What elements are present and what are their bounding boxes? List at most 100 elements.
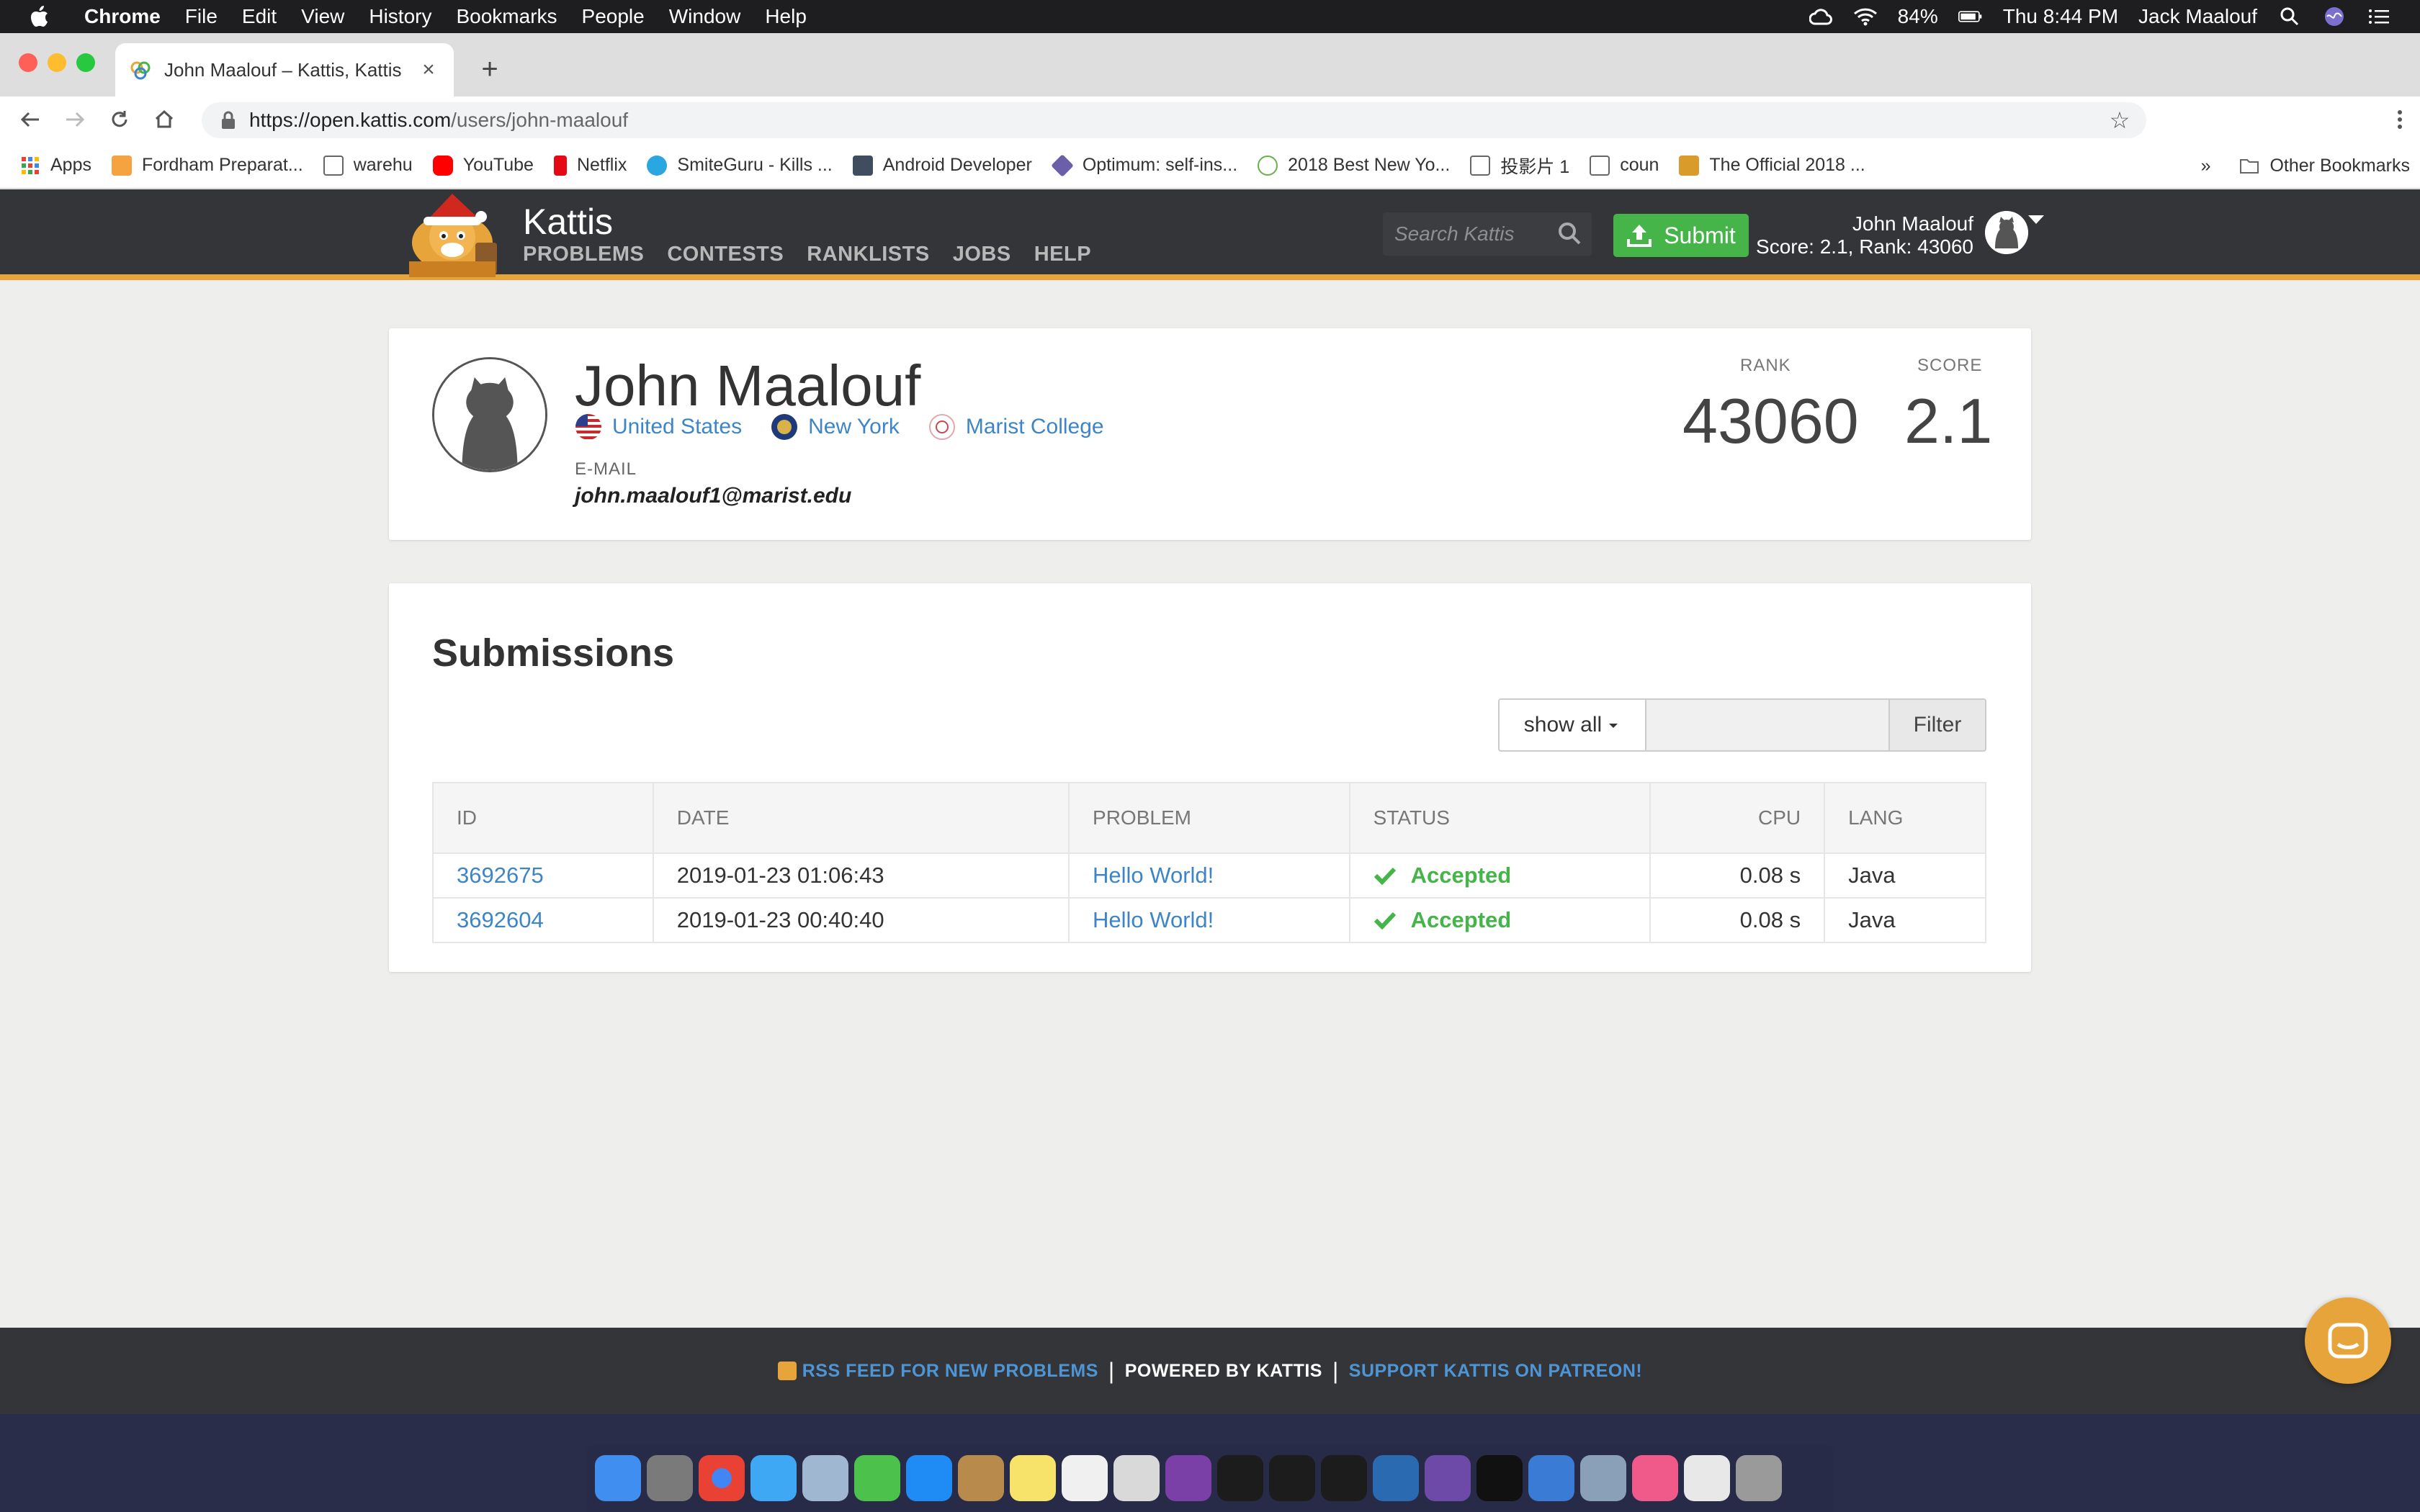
nav-ranklists[interactable]: RANKLISTS — [807, 243, 929, 266]
spotlight-search-icon[interactable] — [2277, 4, 2302, 29]
window-zoom-button[interactable] — [76, 53, 95, 72]
nav-problems[interactable]: PROBLEMS — [523, 243, 644, 266]
bookmark-youtube[interactable]: YouTube — [432, 155, 534, 176]
tab-close-icon[interactable]: × — [418, 58, 439, 81]
kattis-search-input[interactable]: Search Kattis — [1383, 212, 1592, 256]
menu-bookmarks[interactable]: Bookmarks — [444, 5, 569, 28]
github-desktop-icon[interactable] — [1425, 1455, 1471, 1501]
bookmark-apps[interactable]: Apps — [20, 155, 91, 176]
documents-folder-icon[interactable] — [1684, 1455, 1730, 1501]
menu-view[interactable]: View — [289, 5, 357, 28]
menubar-clock[interactable]: Thu 8:44 PM — [2003, 5, 2118, 28]
bookmarks-overflow-icon[interactable]: » — [2201, 156, 2211, 176]
home-icon[interactable] — [150, 105, 179, 134]
browser-tab-active[interactable]: John Maalouf – Kattis, Kattis × — [115, 43, 454, 96]
bookmark-coun[interactable]: coun — [1590, 155, 1659, 176]
chat-widget-button[interactable] — [2305, 1297, 2391, 1384]
menu-people[interactable]: People — [570, 5, 657, 28]
kattis-brand[interactable]: Kattis — [523, 201, 613, 243]
search-icon[interactable] — [1557, 221, 1582, 246]
menu-window[interactable]: Window — [657, 5, 753, 28]
bookmark-2018-best-new[interactable]: 2018 Best New Yo... — [1258, 155, 1450, 176]
onenote-icon[interactable] — [1165, 1455, 1211, 1501]
bookmark-smiteguru[interactable]: SmiteGuru - Kills ... — [647, 155, 833, 176]
facetime-icon[interactable] — [854, 1455, 900, 1501]
profile-school[interactable]: Marist College — [928, 413, 1104, 441]
profile-country[interactable]: United States — [575, 413, 742, 441]
user-dropdown-caret-icon[interactable] — [2028, 215, 2044, 224]
preview-icon[interactable] — [802, 1455, 848, 1501]
rss-feed-link[interactable]: RSS FEED FOR NEW PROBLEMS — [802, 1361, 1098, 1382]
new-tab-button[interactable]: + — [475, 53, 504, 85]
nav-help[interactable]: HELP — [1034, 243, 1091, 266]
menu-file[interactable]: File — [173, 5, 230, 28]
column-header-problem[interactable]: PROBLEM — [1068, 782, 1350, 854]
lock-icon[interactable] — [220, 111, 236, 130]
wifi-icon[interactable] — [1853, 4, 1878, 29]
chrome-dock-icon[interactable] — [699, 1455, 745, 1501]
submit-button[interactable]: Submit — [1613, 214, 1749, 257]
apple-icon[interactable] — [29, 4, 50, 29]
bookmark-netflix[interactable]: Netflix — [553, 155, 627, 176]
bookmark-official-2018[interactable]: The Official 2018 ... — [1679, 155, 1865, 176]
user-menu[interactable]: John Maalouf Score: 2.1, Rank: 43060 — [1756, 212, 1973, 258]
patreon-link[interactable]: SUPPORT KATTIS ON PATREON! — [1349, 1361, 1642, 1382]
column-header-id[interactable]: ID — [432, 782, 654, 854]
user-avatar[interactable] — [1985, 211, 2028, 254]
itunes-icon[interactable] — [1632, 1455, 1678, 1501]
xcode-icon[interactable] — [1528, 1455, 1574, 1501]
menu-app-name[interactable]: Chrome — [72, 5, 173, 28]
window-close-button[interactable] — [19, 53, 37, 72]
bookmark-fordham[interactable]: Fordham Preparat... — [111, 155, 303, 176]
nav-jobs[interactable]: JOBS — [953, 243, 1011, 266]
terminal-icon[interactable] — [1476, 1455, 1523, 1501]
nav-contests[interactable]: CONTESTS — [667, 243, 784, 266]
reload-icon[interactable] — [105, 105, 134, 134]
bookmark-android-developer[interactable]: Android Developer — [852, 155, 1032, 176]
problem-link[interactable]: Hello World! — [1093, 907, 1214, 932]
textedit-icon[interactable] — [1113, 1455, 1160, 1501]
trash-icon[interactable] — [1736, 1455, 1782, 1501]
clion-icon[interactable] — [1269, 1455, 1315, 1501]
notification-center-icon[interactable] — [2367, 4, 2391, 29]
menu-help[interactable]: Help — [753, 5, 819, 28]
address-bar[interactable]: https://open.kattis.com/users/john-maalo… — [202, 102, 2146, 138]
photos-icon[interactable] — [1062, 1455, 1108, 1501]
bookmark-star-icon[interactable]: ☆ — [2107, 107, 2132, 133]
notes-icon[interactable] — [1010, 1455, 1056, 1501]
window-minimize-button[interactable] — [48, 53, 66, 72]
kattis-logo[interactable] — [395, 192, 510, 277]
creative-cloud-icon[interactable] — [1809, 4, 1833, 29]
column-header-date[interactable]: DATE — [652, 782, 1070, 854]
bookmark-warehu[interactable]: warehu — [323, 155, 413, 176]
menu-edit[interactable]: Edit — [230, 5, 289, 28]
forward-arrow-icon[interactable] — [60, 105, 89, 134]
other-bookmarks[interactable]: Other Bookmarks — [2239, 156, 2410, 176]
submission-id-link[interactable]: 3692675 — [457, 863, 544, 888]
app-store-icon[interactable] — [906, 1455, 952, 1501]
filter-button[interactable]: Filter — [1888, 698, 1986, 752]
siri-icon[interactable] — [2322, 4, 2347, 29]
submission-id-link[interactable]: 3692604 — [457, 907, 544, 932]
battery-icon[interactable] — [1958, 4, 1983, 29]
virtualbox-icon[interactable] — [1373, 1455, 1419, 1501]
menu-history[interactable]: History — [357, 5, 444, 28]
back-arrow-icon[interactable] — [16, 105, 45, 134]
status-filter-dropdown[interactable]: show all — [1498, 698, 1646, 752]
messages-icon[interactable] — [750, 1455, 797, 1501]
menubar-user[interactable]: Jack Maalouf — [2138, 5, 2257, 28]
image-capture-icon[interactable] — [1580, 1455, 1626, 1501]
finder-icon[interactable] — [595, 1455, 641, 1501]
bookmark-slides[interactable]: 投影片 1 — [1470, 153, 1569, 179]
column-header-status[interactable]: STATUS — [1348, 782, 1652, 854]
intellij-icon[interactable] — [1321, 1455, 1367, 1501]
column-header-cpu[interactable]: CPU — [1649, 782, 1826, 854]
contacts-icon[interactable] — [958, 1455, 1004, 1501]
filter-text-input[interactable] — [1646, 698, 1888, 752]
problem-link[interactable]: Hello World! — [1093, 863, 1214, 888]
pycharm-icon[interactable] — [1217, 1455, 1263, 1501]
profile-region[interactable]: New York — [771, 413, 900, 441]
bookmark-optimum[interactable]: Optimum: self-ins... — [1050, 153, 1237, 177]
chrome-menu-icon[interactable] — [2385, 105, 2414, 134]
column-header-lang[interactable]: LANG — [1824, 782, 1986, 854]
